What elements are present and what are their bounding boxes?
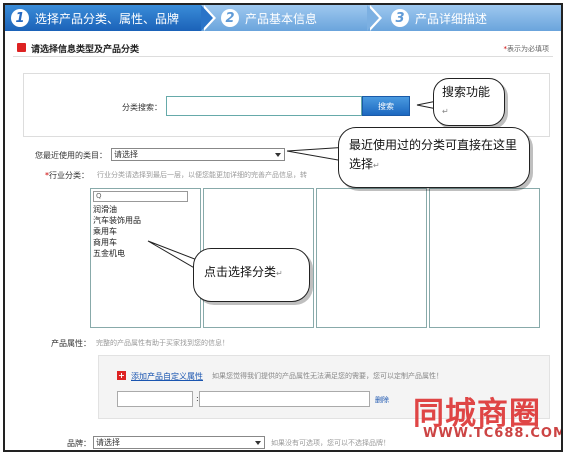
return-mark-icon: ↵ [276,269,283,278]
callout-click-text: 点击选择分类 [204,265,277,279]
return-mark-icon: ↵ [442,107,449,116]
callout-click-tip: 点击选择分类↵ [193,248,310,302]
callout-tails [147,100,438,279]
watermark-url: WWW.TC688.COM [423,426,563,441]
callout-recent-tip: 最近使用过的分类可直接在这里选择↵ [338,127,530,188]
callout-search-tip: 搜索功能 ↵ [433,78,505,126]
return-mark-icon: ↵ [373,161,380,170]
watermark-logo: 同城商圈 WWW.TC688.COM [409,388,561,446]
page-frame: 1 选择产品分类、属性、品牌 2 产品基本信息 3 产品详细描述 请选择信息类型… [3,3,563,452]
callout-search-text: 搜索功能 [442,85,491,99]
